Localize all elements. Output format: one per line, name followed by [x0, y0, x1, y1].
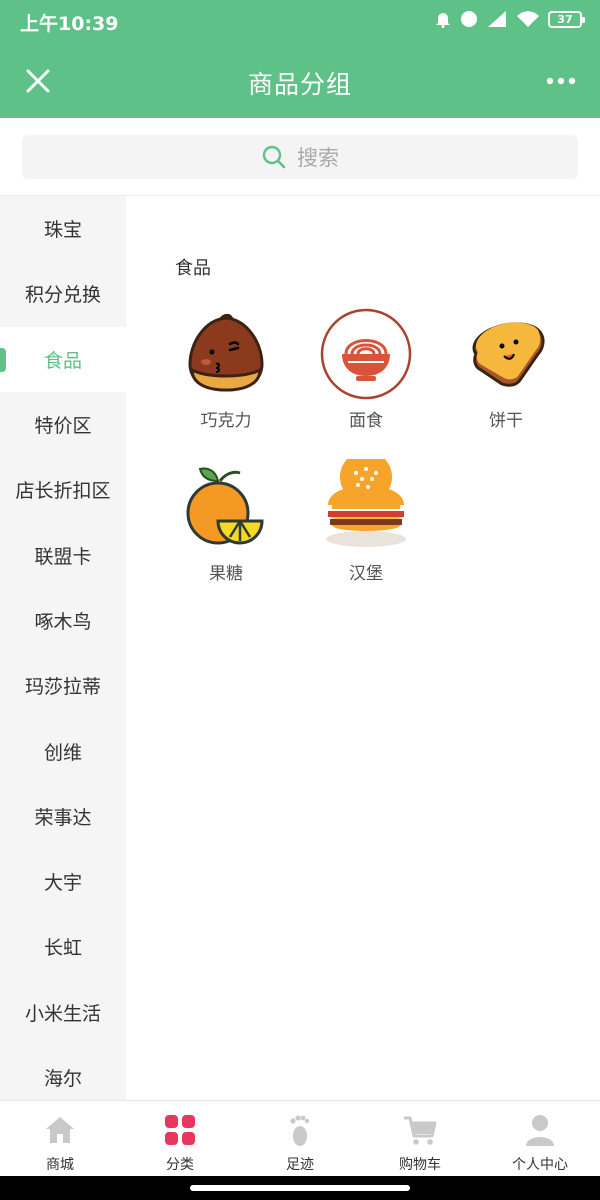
- category-icon: [165, 1115, 195, 1145]
- signal-icon: [488, 11, 506, 27]
- sidebar-item-label: 荣事达: [34, 806, 92, 829]
- alarm-icon: [436, 13, 450, 28]
- tab-label: 个人中心: [512, 1157, 568, 1173]
- page-title: 商品分组: [247, 70, 352, 99]
- status-icons: 37: [434, 10, 585, 28]
- sidebar-item-label: 食品: [43, 349, 82, 372]
- do-not-disturb-icon: [461, 11, 477, 27]
- footprint-icon: [290, 1115, 310, 1146]
- battery-icon: 37: [548, 10, 585, 28]
- status-time: 上午10:39: [20, 13, 119, 35]
- category-sidebar: 珠宝 积分兑换 食品 特价区 店长折扣区 联盟卡 啄木鸟 玛莎拉蒂 创维 荣事达…: [0, 196, 126, 1100]
- tab-label: 足迹: [286, 1157, 314, 1173]
- sidebar-item-label: 联盟卡: [34, 545, 92, 568]
- toast-icon: [472, 322, 545, 387]
- search-icon: [262, 145, 286, 169]
- tab-footprints[interactable]: 足迹: [240, 1101, 360, 1176]
- subcategory-label: 巧克力: [200, 411, 252, 431]
- tab-label: 分类: [166, 1157, 194, 1173]
- sidebar-item-points-exchange[interactable]: 积分兑换: [0, 261, 126, 326]
- noodle-bowl-icon: [320, 308, 412, 400]
- search-placeholder: 搜索: [297, 146, 339, 170]
- sidebar-item-label: 啄木鸟: [34, 610, 92, 633]
- subcategory-chocolate[interactable]: 巧克力: [156, 306, 296, 431]
- subcategory-label: 汉堡: [349, 564, 383, 584]
- sidebar-item-label: 珠宝: [43, 219, 82, 242]
- user-icon: [526, 1115, 554, 1146]
- subcategory-label: 面食: [349, 411, 383, 431]
- tab-label: 商城: [46, 1157, 74, 1173]
- battery-level: 37: [557, 12, 573, 26]
- search-input[interactable]: 搜索: [22, 135, 578, 179]
- subcategory-label: 果糖: [209, 564, 243, 584]
- orange-lemon-icon: [186, 467, 264, 545]
- sidebar-item-label: 玛莎拉蒂: [24, 676, 101, 699]
- burger-icon: [326, 459, 406, 547]
- tab-profile[interactable]: 个人中心: [480, 1101, 600, 1176]
- sidebar-item-food[interactable]: 食品: [0, 326, 126, 392]
- sidebar-item-label: 店长折扣区: [15, 480, 111, 503]
- sidebar-item-special-offers[interactable]: 特价区: [0, 392, 126, 457]
- sidebar-item-haier[interactable]: 海尔: [0, 1045, 126, 1100]
- sidebar-item-label: 特价区: [34, 415, 92, 438]
- nav-bar: 商品分组: [0, 44, 600, 118]
- sidebar-item-label: 大宇: [43, 872, 82, 895]
- subcategory-grid: 巧克力 面食 饼干 果糖 汉堡: [156, 306, 596, 584]
- sidebar-item-label: 小米生活: [24, 1002, 101, 1025]
- sidebar-item-woodpecker[interactable]: 啄木鸟: [0, 588, 126, 653]
- sidebar-item-manager-discount[interactable]: 店长折扣区: [0, 457, 126, 522]
- more-icon[interactable]: [546, 72, 576, 90]
- sidebar-item-xiaomi-life[interactable]: 小米生活: [0, 980, 126, 1045]
- status-bar: 上午10:39 37: [0, 0, 600, 44]
- subcategory-noodles[interactable]: 面食: [296, 306, 436, 431]
- subcategory-fruit-candy[interactable]: 果糖: [156, 459, 296, 584]
- section-title: 食品: [175, 258, 211, 279]
- sidebar-item-maserati[interactable]: 玛莎拉蒂: [0, 653, 126, 718]
- category-content: 食品 巧克力 面食 饼干 果糖 汉堡: [126, 196, 600, 1100]
- tab-category[interactable]: 分类: [120, 1101, 240, 1176]
- subcategory-biscuits[interactable]: 饼干: [436, 306, 576, 431]
- sidebar-item-alliance-card[interactable]: 联盟卡: [0, 522, 126, 587]
- home-indicator[interactable]: [190, 1185, 410, 1191]
- chestnut-icon: [188, 313, 264, 392]
- tab-label: 购物车: [399, 1157, 441, 1173]
- subcategory-burger[interactable]: 汉堡: [296, 459, 436, 584]
- wifi-icon: [517, 11, 539, 27]
- sidebar-item-daewoo[interactable]: 大宇: [0, 849, 126, 914]
- search-bar: 搜索: [0, 118, 600, 196]
- tab-home[interactable]: 商城: [0, 1101, 120, 1176]
- sidebar-item-label: 积分兑换: [24, 284, 101, 307]
- sidebar-item-label: 创维: [43, 741, 82, 764]
- system-navigation-bar: [0, 1176, 600, 1200]
- sidebar-item-jewelry[interactable]: 珠宝: [0, 196, 126, 261]
- cart-icon: [404, 1116, 437, 1145]
- tab-cart[interactable]: 购物车: [360, 1101, 480, 1176]
- sidebar-item-royalstar[interactable]: 荣事达: [0, 784, 126, 849]
- subcategory-label: 饼干: [489, 411, 523, 431]
- bottom-tab-bar: 商城 分类 足迹 购物车 个人中心: [0, 1100, 600, 1176]
- sidebar-item-skyworth[interactable]: 创维: [0, 718, 126, 783]
- home-icon: [46, 1117, 74, 1143]
- sidebar-item-changhong[interactable]: 长虹: [0, 914, 126, 979]
- sidebar-item-label: 长虹: [43, 937, 82, 960]
- sidebar-item-label: 海尔: [43, 1068, 82, 1090]
